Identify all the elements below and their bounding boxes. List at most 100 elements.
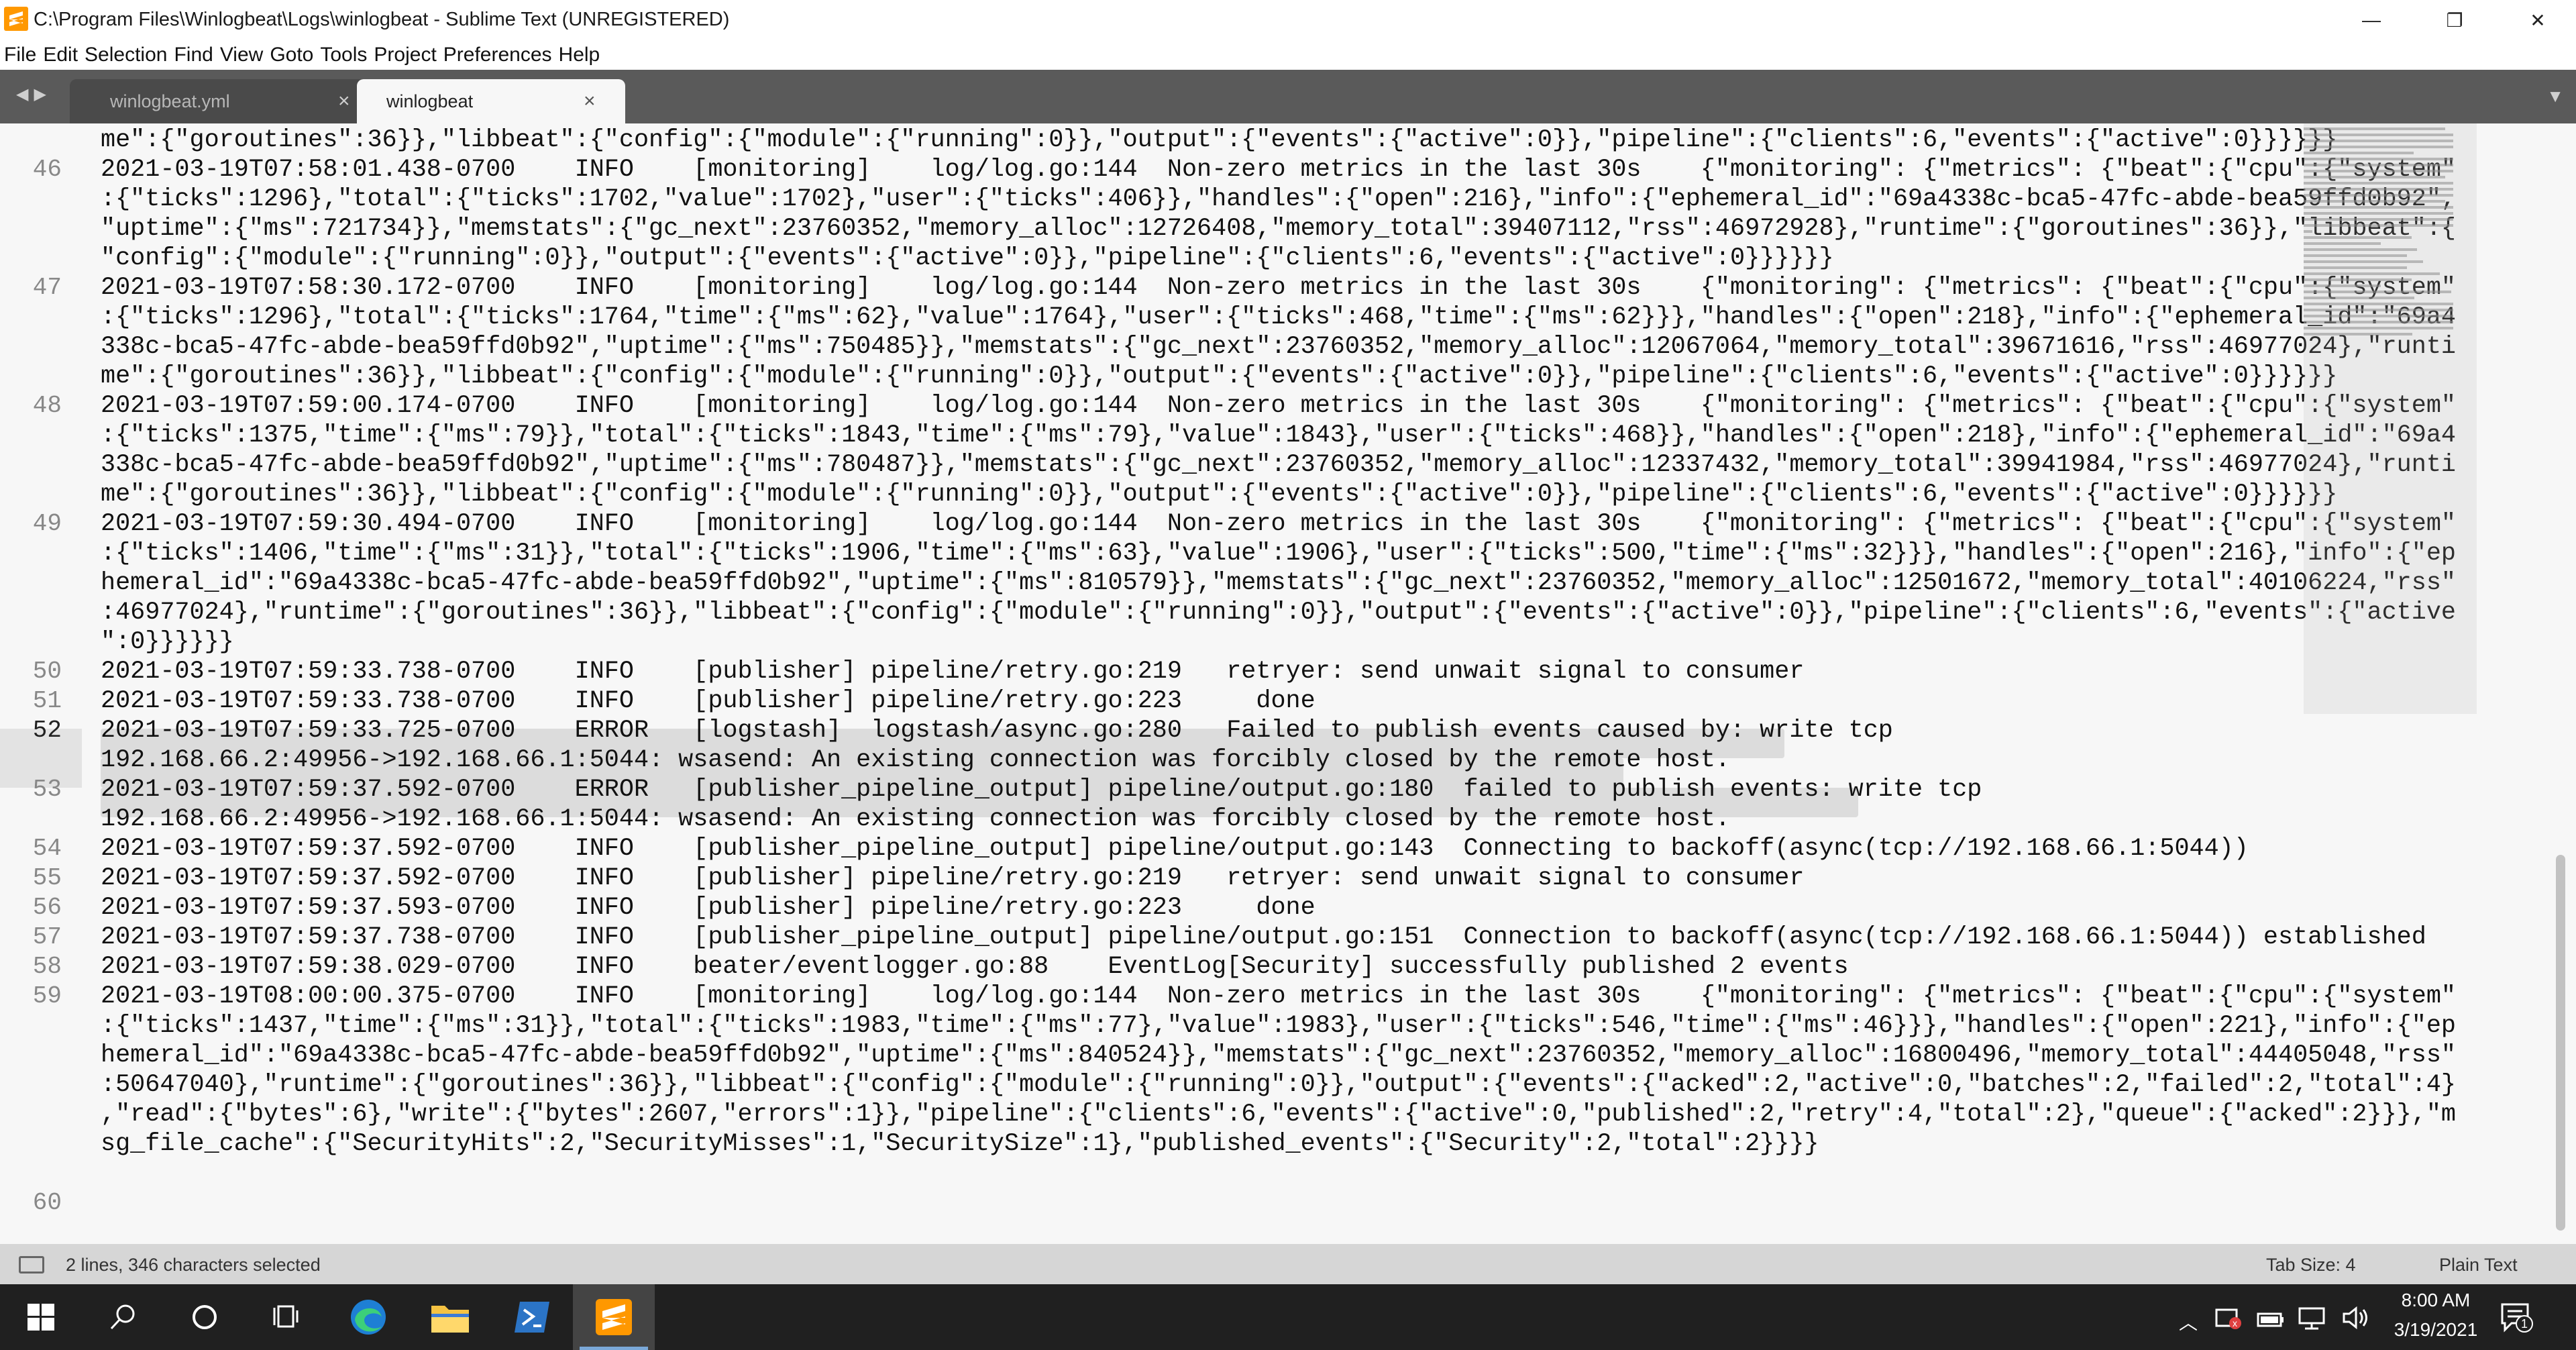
minimap-line xyxy=(2304,194,2453,197)
code-line[interactable]: 2021-03-19T07:59:37.592-0700 INFO [publi… xyxy=(101,834,2249,864)
code-line[interactable]: 192.168.66.2:49956->192.168.66.1:5044: w… xyxy=(101,804,1730,834)
code-line[interactable]: 338c-bca5-47fc-abde-bea59ffd0b92","uptim… xyxy=(101,450,2456,480)
windows-icon xyxy=(28,1304,54,1331)
code-line[interactable]: 2021-03-19T07:58:01.438-0700 INFO [monit… xyxy=(101,155,2456,185)
code-line[interactable]: :{"ticks":1406,"time":{"ms":31}},"total"… xyxy=(101,539,2456,568)
line-number: 57 xyxy=(32,923,62,951)
text-area[interactable]: me":{"goroutines":36}},"libbeat":{"confi… xyxy=(101,123,2456,1244)
line-number: 58 xyxy=(32,953,62,980)
code-line[interactable]: "config":{"module":{"running":0}},"outpu… xyxy=(101,244,1834,273)
panel-toggle-icon[interactable] xyxy=(19,1256,44,1274)
tab-label: winlogbeat.yml xyxy=(110,91,230,111)
powershell-taskbar-button[interactable] xyxy=(491,1284,573,1350)
code-line[interactable]: 2021-03-19T07:59:33.738-0700 INFO [publi… xyxy=(101,657,1804,686)
cortana-button[interactable] xyxy=(164,1284,246,1350)
menu-goto[interactable]: Goto xyxy=(270,44,313,66)
code-line[interactable]: 2021-03-19T07:59:33.738-0700 INFO [publi… xyxy=(101,686,1316,716)
code-line[interactable]: me":{"goroutines":36}},"libbeat":{"confi… xyxy=(101,125,2337,155)
code-line[interactable]: 2021-03-19T07:59:00.174-0700 INFO [monit… xyxy=(101,391,2456,421)
file-explorer-taskbar-button[interactable] xyxy=(409,1284,491,1350)
minimize-button[interactable]: — xyxy=(2334,0,2408,40)
minimap-line xyxy=(2304,278,2412,281)
selection-status: 2 lines, 346 characters selected xyxy=(66,1255,321,1275)
code-line[interactable]: 2021-03-19T07:59:37.592-0700 ERROR [publ… xyxy=(101,775,1982,804)
code-line[interactable]: 2021-03-19T08:00:00.375-0700 INFO [monit… xyxy=(101,982,2456,1011)
tab-nav-arrows-icon[interactable]: ◀▶ xyxy=(16,85,52,104)
menu-project[interactable]: Project xyxy=(374,44,436,66)
network-icon[interactable] xyxy=(2298,1306,2328,1330)
code-line[interactable]: 192.168.66.2:49956->192.168.66.1:5044: w… xyxy=(101,745,1730,775)
scrollbar-thumb[interactable] xyxy=(2556,855,2565,1231)
code-line[interactable]: 2021-03-19T07:59:33.725-0700 ERROR [logs… xyxy=(101,716,1893,745)
minimap-line xyxy=(2304,303,2453,305)
code-line[interactable]: :50647040},"runtime":{"goroutines":36}},… xyxy=(101,1070,2456,1100)
minimap-line xyxy=(2304,188,2453,191)
code-line[interactable]: ,"read":{"bytes":6},"write":{"bytes":260… xyxy=(101,1100,2456,1129)
close-tab-icon[interactable]: × xyxy=(338,90,350,113)
minimap-line xyxy=(2304,236,2412,239)
code-line[interactable]: hemeral_id":"69a4338c-bca5-47fc-abde-bea… xyxy=(101,1041,2456,1070)
code-line[interactable]: 2021-03-19T07:59:30.494-0700 INFO [monit… xyxy=(101,509,2456,539)
menu-help[interactable]: Help xyxy=(559,44,600,66)
tab-winlogbeat-yml[interactable]: winlogbeat.yml × xyxy=(70,79,372,123)
svg-text:x: x xyxy=(2233,1318,2237,1329)
menu-edit[interactable]: Edit xyxy=(43,44,78,66)
code-line[interactable]: :{"ticks":1375,"time":{"ms":79}},"total"… xyxy=(101,421,2456,450)
tab-size-status[interactable]: Tab Size: 4 xyxy=(2266,1255,2356,1276)
close-tab-icon[interactable]: × xyxy=(584,90,596,113)
tab-winlogbeat[interactable]: winlogbeat × xyxy=(357,79,625,123)
menu-find[interactable]: Find xyxy=(174,44,213,66)
code-line[interactable]: ":0}}}}}} xyxy=(101,627,234,657)
menu-preferences[interactable]: Preferences xyxy=(443,44,552,66)
code-line[interactable]: 2021-03-19T07:59:37.738-0700 INFO [publi… xyxy=(101,923,2426,952)
code-line[interactable]: "uptime":{"ms":721734}},"memstats":{"gc_… xyxy=(101,214,2456,244)
show-hidden-icons-icon[interactable]: ︿ xyxy=(2179,1308,2198,1335)
security-alert-icon[interactable]: x xyxy=(2215,1307,2242,1330)
folder-icon xyxy=(431,1306,469,1333)
menu-selection[interactable]: Selection xyxy=(85,44,167,66)
clock-date[interactable]: 3/19/2021 xyxy=(2385,1319,2486,1341)
editor[interactable]: 46 47 48 49 50 51 52 53 54 55 56 57 58 59 60 me":{"gor… xyxy=(0,123,2576,1244)
tab-overflow-icon[interactable]: ▼ xyxy=(2546,86,2564,107)
minimap-line xyxy=(2304,127,2445,130)
minimap-line xyxy=(2304,315,2453,317)
minimap-line xyxy=(2304,140,2453,142)
minimap-line xyxy=(2304,182,2453,185)
line-number: 50 xyxy=(32,658,62,685)
clock-time[interactable]: 8:00 AM xyxy=(2385,1290,2486,1311)
code-line[interactable]: 338c-bca5-47fc-abde-bea59ffd0b92","uptim… xyxy=(101,332,2456,362)
code-line[interactable]: me":{"goroutines":36}},"libbeat":{"confi… xyxy=(101,362,2337,391)
task-view-button[interactable] xyxy=(246,1284,327,1350)
close-button[interactable]: ✕ xyxy=(2501,0,2575,40)
syntax-status[interactable]: Plain Text xyxy=(2439,1255,2518,1276)
restore-button[interactable]: ❐ xyxy=(2418,0,2491,40)
minimap[interactable] xyxy=(2304,123,2477,714)
code-line[interactable]: 2021-03-19T07:59:37.593-0700 INFO [publi… xyxy=(101,893,1316,923)
code-line[interactable]: :{"ticks":1296},"total":{"ticks":1702,"v… xyxy=(101,185,2456,214)
code-line[interactable]: me":{"goroutines":36}},"libbeat":{"confi… xyxy=(101,480,2337,509)
vertical-scrollbar[interactable] xyxy=(2549,123,2576,1244)
volume-icon[interactable] xyxy=(2341,1306,2371,1330)
code-line[interactable]: sg_file_cache":{"SecurityHits":2,"Securi… xyxy=(101,1129,1819,1159)
line-number: 54 xyxy=(32,835,62,862)
action-center-button[interactable]: 1 xyxy=(2500,1300,2533,1334)
menu-tools[interactable]: Tools xyxy=(320,44,367,66)
active-app-indicator xyxy=(580,1347,648,1350)
minimap-line xyxy=(2304,200,2445,203)
menu-view[interactable]: View xyxy=(220,44,263,66)
start-button[interactable] xyxy=(0,1284,82,1350)
code-line[interactable]: 2021-03-19T07:59:38.029-0700 INFO beater… xyxy=(101,952,1849,982)
edge-taskbar-button[interactable] xyxy=(327,1284,409,1350)
line-number: 48 xyxy=(32,392,62,419)
menu-file[interactable]: File xyxy=(4,44,36,66)
code-line[interactable]: 2021-03-19T07:58:30.172-0700 INFO [monit… xyxy=(101,273,2456,303)
minimap-line xyxy=(2304,260,2423,263)
code-line[interactable]: 2021-03-19T07:59:37.592-0700 INFO [publi… xyxy=(101,864,1804,893)
code-line[interactable]: :46977024},"runtime":{"goroutines":36}},… xyxy=(101,598,2456,627)
code-line[interactable]: :{"ticks":1437,"time":{"ms":31}},"total"… xyxy=(101,1011,2456,1041)
sublime-text-taskbar-button[interactable] xyxy=(573,1284,655,1350)
battery-power-icon[interactable] xyxy=(2255,1307,2285,1330)
search-button[interactable] xyxy=(82,1284,164,1350)
code-line[interactable]: :{"ticks":1296},"total":{"ticks":1764,"t… xyxy=(101,303,2456,332)
code-line[interactable]: hemeral_id":"69a4338c-bca5-47fc-abde-bea… xyxy=(101,568,2456,598)
